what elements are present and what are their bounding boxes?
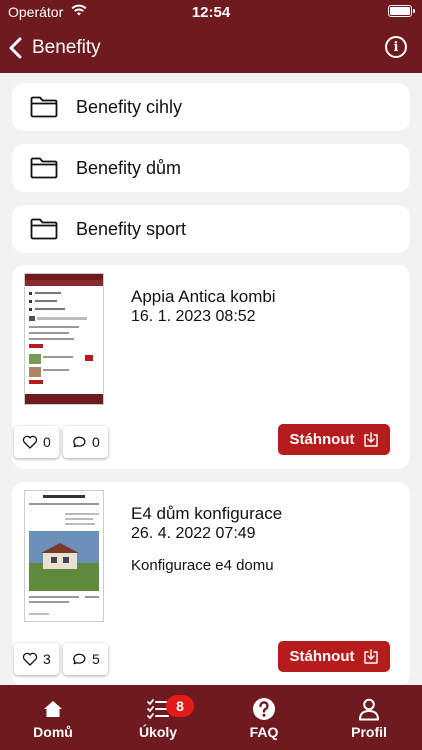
tasks-badge: 8 — [166, 695, 194, 717]
heart-icon — [22, 652, 38, 666]
status-bar: Operátor 12:54 — [0, 0, 422, 24]
tab-home[interactable]: Domů — [3, 685, 103, 750]
folder-label: Benefity sport — [76, 218, 187, 239]
download-icon — [363, 648, 378, 664]
folder-item-benefity-cihly[interactable]: Benefity cihly — [12, 83, 410, 131]
like-count: 0 — [43, 434, 51, 450]
document-thumbnail[interactable] — [24, 490, 104, 622]
battery-icon — [388, 5, 415, 17]
folder-icon — [30, 218, 58, 240]
navigation-bar: Benefity i — [0, 30, 422, 66]
folder-label: Benefity cihly — [76, 96, 183, 117]
clock: 12:54 — [191, 4, 231, 21]
download-icon — [363, 431, 378, 447]
heart-icon — [22, 435, 38, 449]
comment-icon — [73, 653, 86, 665]
document-date: 26. 4. 2022 07:49 — [131, 525, 256, 542]
document-description: Konfigurace e4 domu — [131, 557, 274, 574]
document-card-e4-dum: E4 dům konfigurace 26. 4. 2022 07:49 Kon… — [12, 482, 410, 685]
document-thumbnail[interactable] — [24, 273, 104, 405]
tab-label: Profil — [351, 724, 387, 740]
folder-item-benefity-dum[interactable]: Benefity dům — [12, 144, 410, 192]
comment-button[interactable]: 0 — [63, 426, 108, 458]
document-card-appia-antica: Appia Antica kombi 16. 1. 2023 08:52 0 0… — [12, 265, 410, 469]
tab-label: FAQ — [249, 724, 279, 740]
folder-item-benefity-sport[interactable]: Benefity sport — [12, 205, 410, 253]
document-title: E4 dům konfigurace — [131, 504, 283, 523]
tab-faq[interactable]: FAQ — [214, 685, 314, 750]
tab-tasks[interactable]: 8 Úkoly — [108, 685, 208, 750]
document-preview-image — [25, 274, 103, 404]
header: Operátor 12:54 Benefity i — [0, 0, 422, 73]
like-count: 3 — [43, 651, 51, 667]
download-label: Stáhnout — [289, 431, 355, 448]
tab-bar: Domů 8 Úkoly FAQ Profil — [0, 685, 422, 750]
folder-icon — [30, 157, 58, 179]
back-button[interactable]: Benefity — [8, 34, 101, 62]
download-button[interactable]: Stáhnout — [278, 641, 390, 672]
page-title: Benefity — [32, 37, 101, 58]
comment-count: 0 — [92, 434, 100, 450]
comment-button[interactable]: 5 — [63, 643, 108, 675]
info-icon[interactable]: i — [385, 36, 407, 58]
tab-profile[interactable]: Profil — [319, 685, 419, 750]
document-preview-image — [29, 495, 99, 615]
content-scroll[interactable]: Benefity cihly Benefity dům Benefity spo… — [0, 73, 422, 685]
tab-label: Úkoly — [138, 724, 178, 740]
folder-label: Benefity dům — [76, 157, 182, 178]
person-icon — [359, 698, 379, 721]
download-button[interactable]: Stáhnout — [278, 424, 390, 455]
like-button[interactable]: 3 — [14, 643, 59, 675]
question-icon — [253, 698, 275, 720]
like-button[interactable]: 0 — [14, 426, 59, 458]
chevron-left-icon — [9, 37, 22, 59]
comment-count: 5 — [92, 651, 100, 667]
document-date: 16. 1. 2023 08:52 — [131, 308, 256, 325]
home-icon — [44, 701, 62, 717]
tab-label: Domů — [33, 724, 73, 740]
document-title: Appia Antica kombi — [131, 287, 276, 306]
folder-icon — [30, 96, 58, 118]
download-label: Stáhnout — [289, 648, 355, 665]
comment-icon — [73, 436, 86, 448]
